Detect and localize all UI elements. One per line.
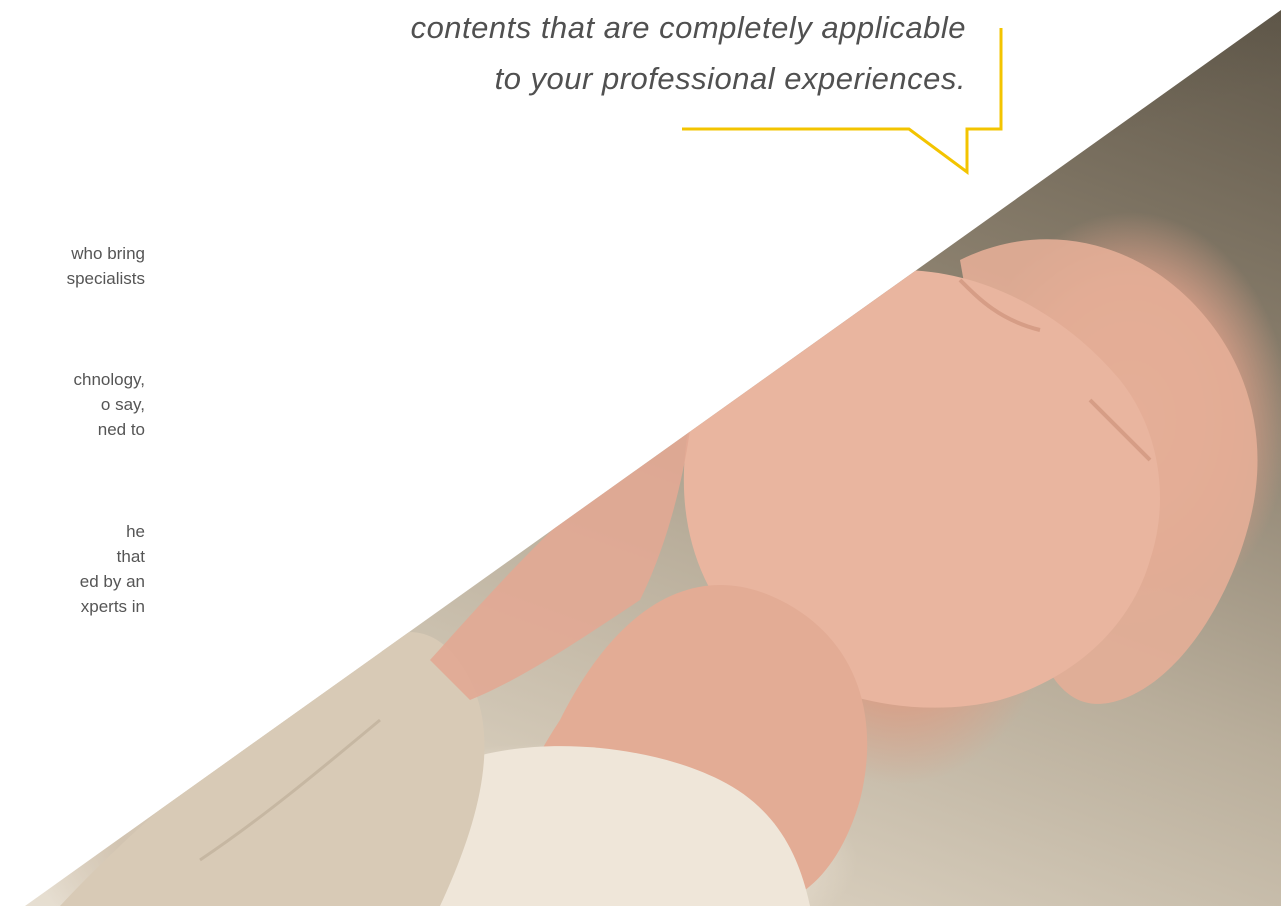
hands-clasped-photo xyxy=(25,10,1281,906)
paragraph-3-line-4: xperts in xyxy=(80,597,145,616)
paragraph-2-line-3: ned to xyxy=(97,420,145,439)
quote-line-1: contents that are completely applicable xyxy=(410,10,966,45)
sleeve-knit xyxy=(60,632,485,906)
paragraph-2-line-1: chnology, xyxy=(73,370,145,389)
quote-line-2: to your professional experiences. xyxy=(494,61,966,96)
page: contents that are completely applicable … xyxy=(0,0,1281,906)
paragraph-2-line-2: o say, xyxy=(100,395,145,414)
hands-illustration xyxy=(60,239,1258,906)
paragraph-3-line-1: he xyxy=(126,522,145,541)
paragraph-1-line-2: specialists xyxy=(66,269,145,288)
speech-bubble-path xyxy=(682,28,1003,175)
paragraph-3-line-3: ed by an xyxy=(79,572,145,591)
paragraph-1-line-1: who bring xyxy=(71,244,145,263)
paragraph-3-line-2: that xyxy=(116,547,145,566)
